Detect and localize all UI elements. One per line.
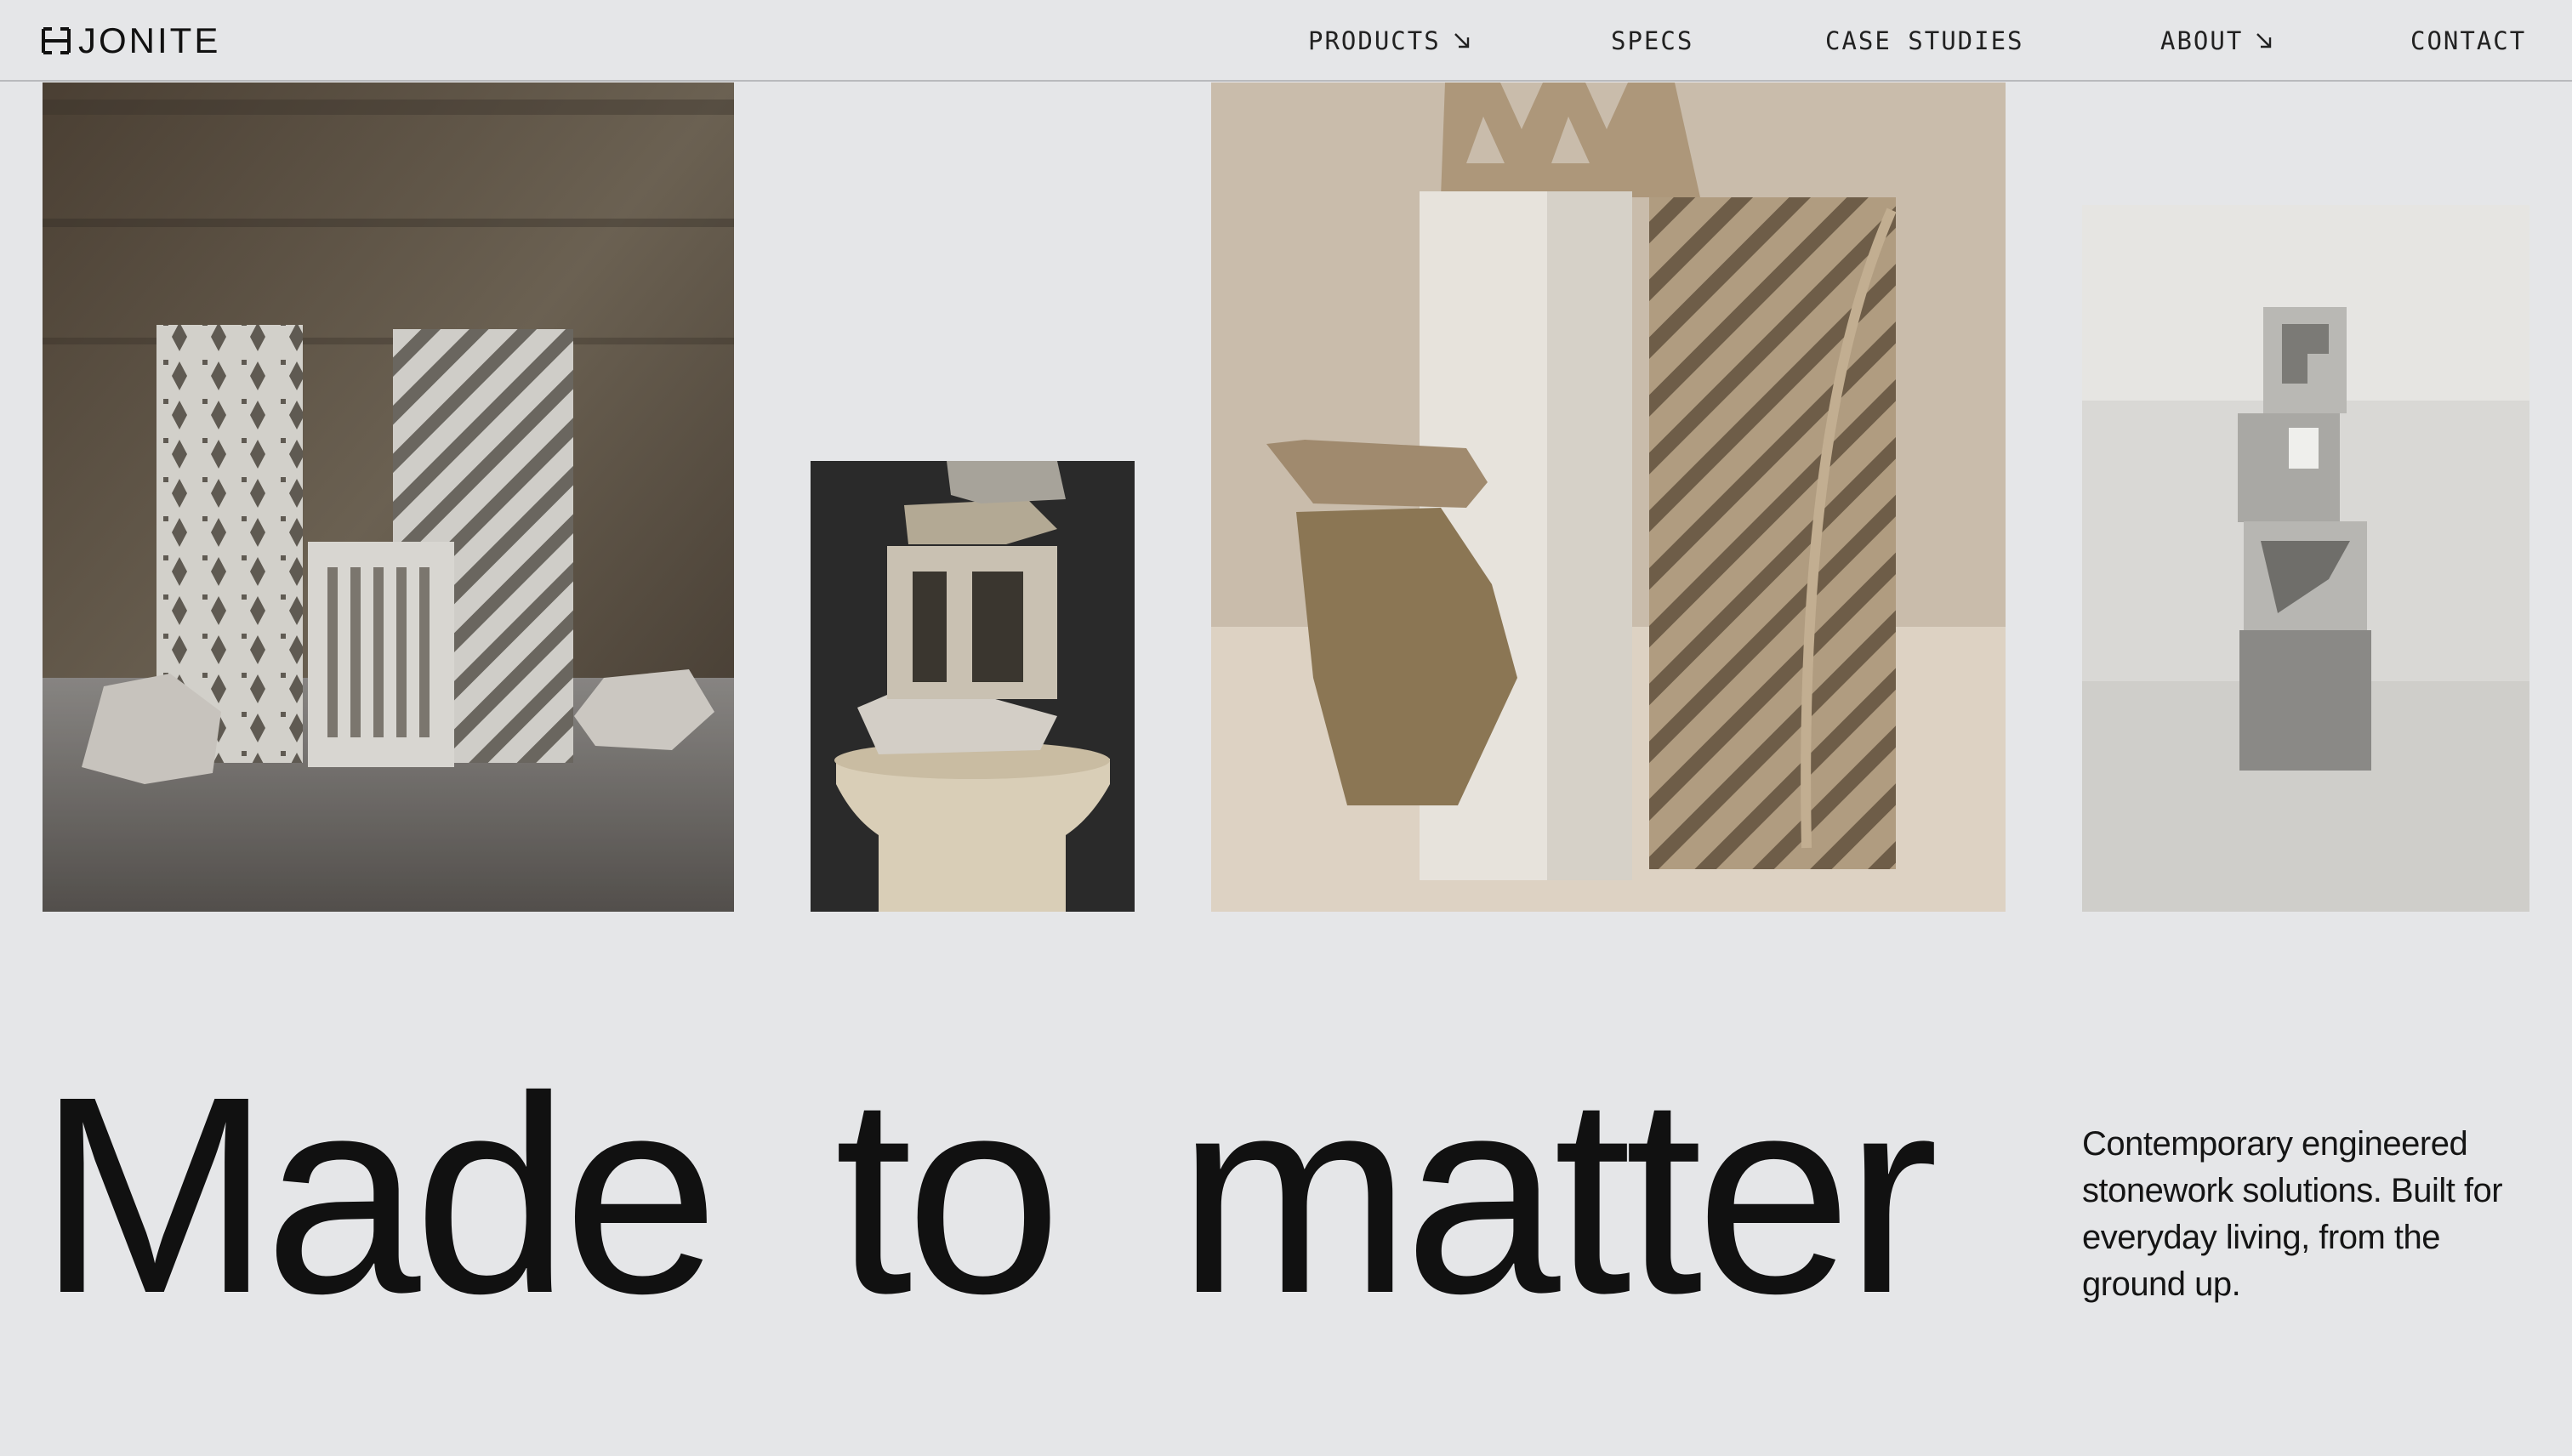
nav-specs-label: SPECS bbox=[1611, 26, 1694, 55]
arrow-down-right-icon bbox=[2256, 33, 2272, 48]
photo-4-image bbox=[2082, 205, 2529, 912]
photo-2-image bbox=[811, 461, 1135, 912]
arrow-down-right-icon bbox=[1454, 33, 1469, 48]
nav-about[interactable]: ABOUT bbox=[2160, 24, 2273, 58]
photo-3-image bbox=[1211, 82, 2006, 912]
hero-tagline: Contemporary engineered stonework soluti… bbox=[2082, 1125, 2503, 1303]
nav-specs[interactable]: SPECS bbox=[1611, 24, 1693, 58]
site-header: JONITE PRODUCTS SPECS CASE STUDIES ABOUT… bbox=[0, 0, 2572, 82]
nav-products[interactable]: PRODUCTS bbox=[1308, 24, 1471, 58]
hero-headline: Made to matter bbox=[37, 1038, 1938, 1351]
stacked-breeze-blocks-photo[interactable] bbox=[2082, 205, 2529, 912]
brand-name: JONITE bbox=[78, 20, 221, 60]
nav-case-studies-label: CASE STUDIES bbox=[1825, 26, 2024, 55]
nav-contact-label: CONTACT bbox=[2410, 26, 2527, 55]
jonite-logo-mark-icon bbox=[42, 27, 71, 54]
nav-case-studies[interactable]: CASE STUDIES bbox=[1825, 24, 2024, 58]
nav-contact[interactable]: CONTACT bbox=[2410, 24, 2526, 58]
photo-1-image bbox=[43, 82, 734, 912]
patterned-stone-panels-photo[interactable] bbox=[43, 82, 734, 912]
nav-products-label: PRODUCTS bbox=[1308, 26, 1441, 55]
brand-logo[interactable]: JONITE bbox=[41, 22, 220, 60]
nav-about-label: ABOUT bbox=[2160, 26, 2244, 55]
stone-pillar-leaf-panel-photo[interactable] bbox=[1211, 82, 2006, 912]
stacked-stone-block-photo[interactable] bbox=[811, 461, 1135, 912]
